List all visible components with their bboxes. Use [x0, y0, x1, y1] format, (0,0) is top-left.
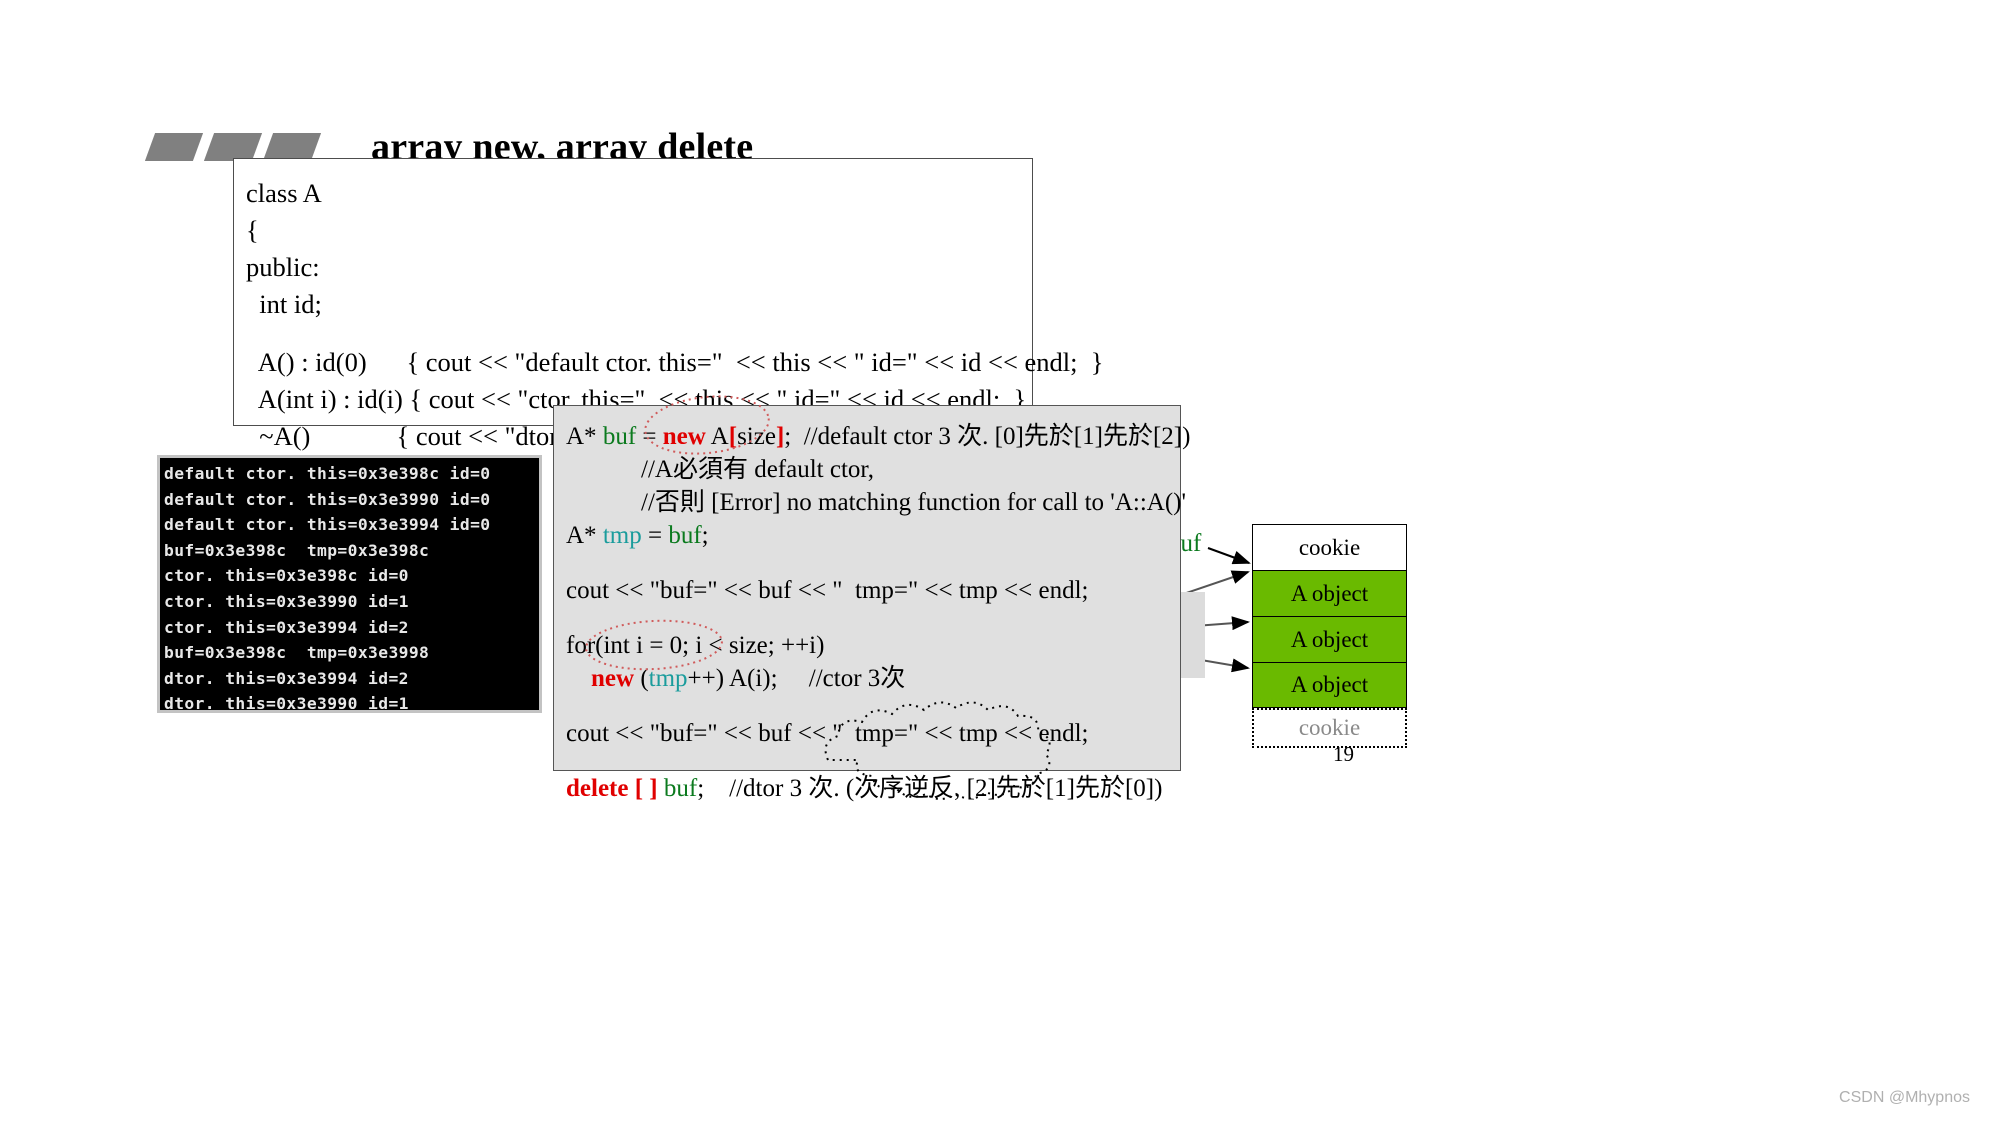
- memory-layout-diagram: cookie A object A object A object cookie: [1252, 524, 1407, 748]
- console-line: buf=0x3e398c tmp=0x3e398c: [164, 540, 430, 560]
- code-token-new: new: [591, 665, 635, 692]
- bullet-parallelogram-icon: [144, 133, 204, 161]
- code-comment-line: //A必須有 default ctor,: [566, 456, 874, 483]
- code-line-cout-2: cout << "buf=" << buf << " tmp=" << tmp …: [566, 720, 1089, 747]
- console-line: default ctor. this=0x3e3994 id=0: [164, 515, 491, 535]
- code-token: ++): [687, 665, 725, 692]
- code-line: public:: [246, 252, 320, 282]
- code-line: int id;: [246, 289, 322, 319]
- console-line: default ctor. this=0x3e3990 id=0: [164, 489, 491, 509]
- code-comment: //default ctor 3 次. [0]先於[1]先於[2]): [791, 423, 1191, 450]
- code-line-placement-new: new (tmp++) A(i); //ctor 3次: [566, 662, 1180, 695]
- code-line-new-array: A* buf = new A[size]; //default ctor 3 次…: [566, 420, 1190, 453]
- code-token-new: new: [662, 423, 706, 450]
- code-token-buf: buf: [668, 522, 702, 549]
- console-line: default ctor. this=0x3e398c id=0: [164, 464, 491, 483]
- bullet-parallelogram-icon: [203, 133, 263, 161]
- code-line: A() : id(0) { cout << "default ctor. thi…: [246, 347, 1104, 377]
- code-token-size: size: [737, 423, 776, 450]
- code-token: A*: [566, 423, 603, 450]
- code-line: {: [246, 215, 259, 245]
- code-token-tmp: tmp: [648, 665, 688, 692]
- memory-cell-cookie-bottom: cookie: [1252, 708, 1407, 748]
- code-token: ;: [701, 522, 709, 549]
- slide-canvas: array new, array delete class A { public…: [0, 0, 2000, 1125]
- code-line: class A: [246, 178, 322, 208]
- console-line: ctor. this=0x3e398c id=0: [164, 566, 409, 586]
- code-token-tmp: tmp: [602, 522, 642, 549]
- code-token: (: [634, 665, 649, 692]
- code-token: A(i); //ctor 3次: [724, 665, 906, 692]
- class-definition-box: class A { public: int id; A() : id(0) { …: [233, 158, 1104, 488]
- code-token-lbracket: [: [728, 423, 738, 450]
- memory-cell-object: A object: [1252, 662, 1407, 708]
- console-line: ctor. this=0x3e3990 id=1: [164, 591, 409, 611]
- bullet-parallelogram-icon: [262, 133, 322, 161]
- code-token: A*: [566, 522, 603, 549]
- code-line-cout-1: cout << "buf=" << buf << " tmp=" << tmp …: [566, 577, 1089, 604]
- memory-cell-cookie-top: cookie: [1252, 524, 1407, 570]
- code-line-delete-array: delete [ ] buf; //dtor 3 次. (次序逆反, [2]先於…: [566, 772, 1180, 805]
- title-bullet-decoration: [144, 133, 322, 161]
- page-number: 19: [1333, 742, 1354, 766]
- code-token-buf: buf: [663, 775, 698, 802]
- code-token-delete: delete [ ]: [566, 775, 658, 802]
- code-line-for-loop: for(int i = 0; i < size; ++i): [566, 632, 825, 659]
- code-comment-line: //否則 [Error] no matching function for ca…: [566, 489, 1186, 516]
- code-token: =: [641, 522, 669, 549]
- code-comment: //dtor 3 次. (次序逆反, [2]先於[1]先於[0]): [704, 775, 1163, 802]
- console-line: dtor. this=0x3e3990 id=1: [164, 694, 409, 713]
- code-token: =: [636, 423, 663, 450]
- console-line: buf=0x3e398c tmp=0x3e3998: [164, 643, 430, 663]
- main-code-panel: A* buf = new A[size]; //default ctor 3 次…: [553, 405, 1190, 802]
- console-output-window: default ctor. this=0x3e398c id=0 default…: [157, 455, 542, 713]
- memory-cell-object: A object: [1252, 616, 1407, 662]
- code-token-buf: buf: [602, 423, 637, 450]
- watermark-text: CSDN @Mhypnos: [1839, 1089, 1970, 1106]
- console-line: dtor. this=0x3e3994 id=2: [164, 668, 409, 688]
- code-line-tmp-assign: A* tmp = buf;: [566, 519, 1180, 552]
- code-token: A: [705, 423, 729, 450]
- console-line: ctor. this=0x3e3994 id=2: [164, 617, 409, 637]
- memory-cell-object: A object: [1252, 570, 1407, 616]
